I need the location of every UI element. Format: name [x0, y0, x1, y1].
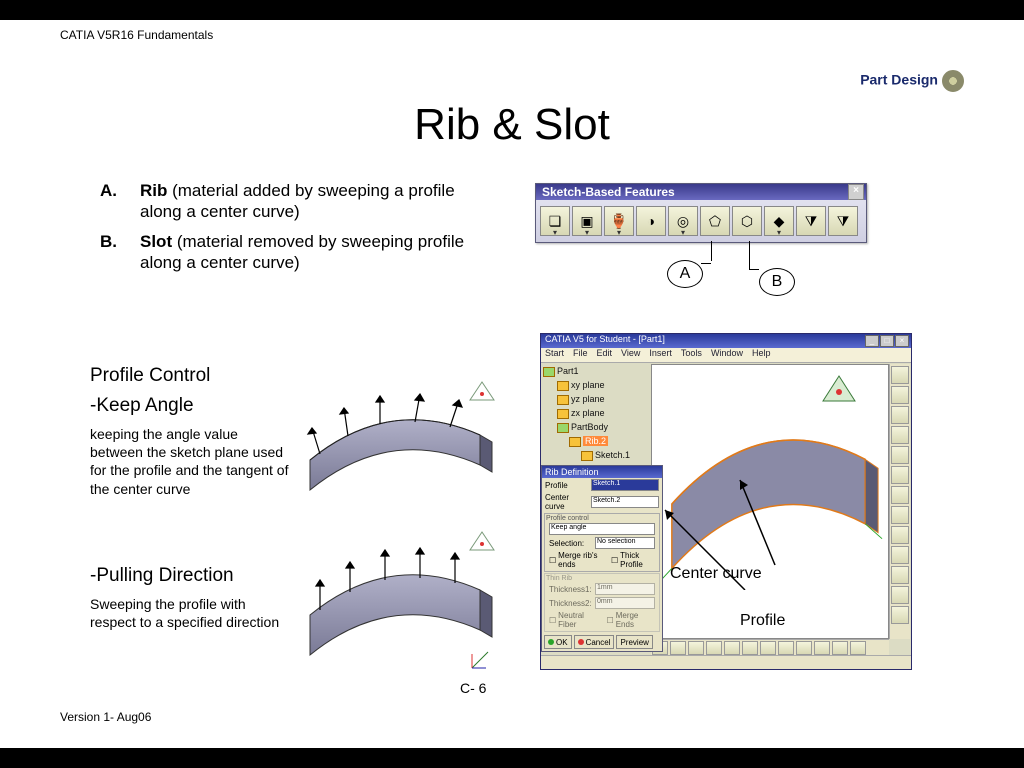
toolbar-title: Sketch-Based Features — [542, 185, 675, 199]
pulling-dir-body: Sweeping the profile with respect to a s… — [90, 595, 290, 631]
profile-control-field[interactable]: Keep angle — [549, 523, 655, 535]
bottom-toolbar[interactable] — [651, 639, 889, 655]
tool-icon[interactable] — [891, 406, 909, 424]
stiffener-icon[interactable]: ◆▾ — [764, 206, 794, 236]
merge-ends2-checkbox: ☐ — [607, 616, 614, 625]
compass-icon[interactable] — [820, 373, 858, 411]
profile-control-heading: Profile Control — [90, 365, 210, 387]
thickness1-field: 1mm — [595, 583, 655, 595]
plane-icon — [557, 395, 569, 405]
pulling-dir-heading: -Pulling Direction — [90, 565, 234, 587]
body-icon — [557, 423, 569, 433]
part-icon — [543, 367, 555, 377]
preview-button[interactable]: Preview — [616, 635, 652, 649]
gear-icon — [942, 70, 964, 92]
thickness2-field: 0mm — [595, 597, 655, 609]
callout-a: A — [667, 260, 703, 288]
compass-icon — [468, 380, 496, 413]
ok-button[interactable]: OK — [544, 635, 572, 649]
selection-field[interactable]: No selection — [595, 537, 655, 549]
maximize-icon[interactable]: □ — [880, 335, 894, 347]
def-b-label: B. — [100, 231, 140, 252]
shaft-icon[interactable]: 🏺▾ — [604, 206, 634, 236]
tool-icon[interactable] — [891, 486, 909, 504]
close-icon[interactable]: × — [848, 184, 864, 200]
page-title: Rib & Slot — [0, 100, 1024, 150]
keep-angle-heading: -Keep Angle — [90, 395, 194, 417]
tool-icon[interactable] — [891, 526, 909, 544]
compass-icon — [468, 530, 496, 563]
plane-icon — [557, 381, 569, 391]
menu-bar[interactable]: StartFileEditViewInsertToolsWindowHelp — [541, 348, 911, 363]
plane-icon — [557, 409, 569, 419]
doc-header: CATIA V5R16 Fundamentals — [60, 28, 213, 42]
rib-definition-dialog: Rib Definition ProfileSketch.1 Center cu… — [541, 465, 663, 652]
rib-icon[interactable]: ⬠ — [700, 206, 730, 236]
cancel-button[interactable]: Cancel — [574, 635, 615, 649]
tool-icon[interactable] — [891, 386, 909, 404]
axis-marker-icon — [470, 650, 490, 675]
sketch-icon — [581, 451, 593, 461]
thick-profile-checkbox[interactable]: ☐ — [611, 556, 618, 565]
tool-icon[interactable] — [891, 546, 909, 564]
tool-icon[interactable] — [891, 586, 909, 604]
viewport-3d[interactable] — [651, 364, 889, 639]
dialog-title: Rib Definition — [542, 466, 662, 478]
close-icon[interactable]: × — [895, 335, 909, 347]
annotation-center-curve: Center curve — [670, 565, 762, 583]
definitions: A.Rib (material added by sweeping a prof… — [100, 180, 500, 281]
tool-icon[interactable] — [891, 446, 909, 464]
slot-icon[interactable]: ⬡ — [732, 206, 762, 236]
merge-ends-checkbox[interactable]: ☐ — [549, 556, 556, 565]
pocket-icon[interactable]: ▣▾ — [572, 206, 602, 236]
center-curve-field[interactable]: Sketch.2 — [591, 496, 659, 508]
def-a-label: A. — [100, 180, 140, 201]
annotation-profile: Profile — [740, 612, 785, 630]
minimize-icon[interactable]: _ — [865, 335, 879, 347]
callout-b: B — [759, 268, 795, 296]
spec-tree[interactable]: Part1 xy plane yz plane zx plane PartBod… — [543, 364, 649, 476]
status-bar — [541, 655, 911, 669]
pad-icon[interactable]: ❏▾ — [540, 206, 570, 236]
window-title: CATIA V5 for Student - [Part1] — [545, 334, 665, 344]
profile-field[interactable]: Sketch.1 — [591, 479, 659, 491]
groove-icon[interactable]: ◑ — [636, 206, 666, 236]
removed-multisection-icon[interactable]: ⧩ — [828, 206, 858, 236]
keep-angle-body: keeping the angle value between the sket… — [90, 425, 290, 498]
hole-icon[interactable]: ◎▾ — [668, 206, 698, 236]
tool-icon[interactable] — [891, 366, 909, 384]
rib-feature-icon — [569, 437, 581, 447]
catia-window: CATIA V5 for Student - [Part1] _□× Start… — [540, 333, 912, 670]
tool-icon[interactable] — [891, 466, 909, 484]
brand-label: Part Design — [860, 70, 964, 92]
tool-icon[interactable] — [891, 566, 909, 584]
version-label: Version 1- Aug06 — [60, 710, 151, 724]
sketch-features-toolbar: Sketch-Based Features × ❏▾ ▣▾ 🏺▾ ◑ ◎▾ ⬠ … — [535, 183, 867, 243]
page-number: C- 6 — [460, 680, 486, 696]
multisection-icon[interactable]: ⧩ — [796, 206, 826, 236]
right-toolbar[interactable] — [889, 364, 910, 639]
tool-icon[interactable] — [891, 506, 909, 524]
neutral-fiber-checkbox: ☐ — [549, 616, 556, 625]
tool-icon[interactable] — [891, 606, 909, 624]
tool-icon[interactable] — [891, 426, 909, 444]
